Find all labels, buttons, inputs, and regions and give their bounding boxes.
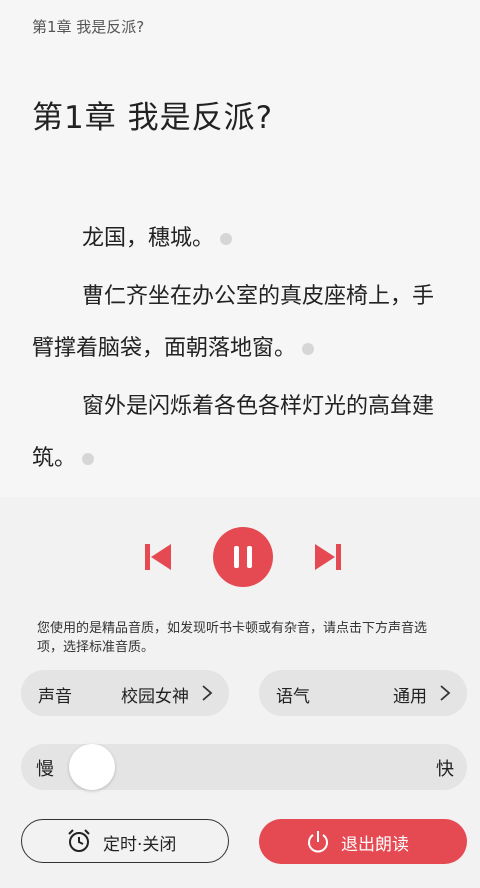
pause-icon	[234, 546, 252, 568]
playback-controls	[0, 527, 480, 587]
paragraph: 窗外是闪烁着各色各样灯光的高耸建筑。	[32, 381, 452, 485]
paragraph-end-dot-icon	[82, 453, 95, 465]
power-icon	[308, 831, 328, 853]
read-aloud-panel: 您使用的是精品音质，如发现听书卡顿或有杂音，请点击下方声音选项，选择标准音质。 …	[0, 497, 480, 888]
voice-selector[interactable]: 声音 校园女神	[21, 670, 229, 716]
running-head: 第1章 我是反派?	[32, 18, 145, 36]
pause-button[interactable]	[213, 527, 273, 587]
paragraph-text: 曹仁齐坐在办公室的真皮座椅上，手臂撑着脑袋，面朝落地窗。	[32, 284, 435, 361]
voice-value: 校园女神	[121, 687, 189, 707]
chapter-body: 龙国，穗城。 曹仁齐坐在办公室的真皮座椅上，手臂撑着脑袋，面朝落地窗。 窗外是闪…	[32, 213, 452, 491]
speed-fast-label: 快	[436, 759, 454, 780]
paragraph: 曹仁齐坐在办公室的真皮座椅上，手臂撑着脑袋，面朝落地窗。	[32, 271, 452, 375]
sleep-timer-button[interactable]: 定时·关闭	[21, 819, 229, 863]
previous-button[interactable]	[142, 541, 174, 573]
chevron-right-icon	[202, 685, 213, 701]
skip-previous-icon	[145, 544, 171, 570]
speed-slow-label: 慢	[36, 759, 54, 780]
paragraph-end-dot-icon	[302, 343, 315, 355]
skip-next-icon	[315, 544, 341, 570]
tone-value: 通用	[393, 687, 427, 707]
alarm-clock-icon	[68, 829, 90, 852]
sleep-timer-label: 定时·关闭	[103, 835, 177, 855]
audio-quality-notice: 您使用的是精品音质，如发现听书卡顿或有杂音，请点击下方声音选项，选择标准音质。	[37, 621, 428, 655]
chevron-right-icon	[440, 685, 451, 701]
exit-read-aloud-button[interactable]: 退出朗读	[259, 819, 467, 864]
reader-page[interactable]: 第1章 我是反派? 第1章 我是反派? 龙国，穗城。 曹仁齐坐在办公室的真皮座椅…	[0, 0, 480, 500]
tone-selector[interactable]: 语气 通用	[259, 670, 467, 716]
tone-label: 语气	[276, 687, 310, 707]
paragraph-end-dot-icon	[220, 233, 233, 245]
chapter-title: 第1章 我是反派?	[32, 100, 274, 136]
speed-slider[interactable]: 慢 快	[21, 744, 467, 790]
paragraph-text: 龙国，穗城。	[82, 226, 215, 251]
next-button[interactable]	[312, 541, 344, 573]
speed-slider-handle[interactable]	[69, 744, 115, 790]
exit-read-aloud-label: 退出朗读	[341, 835, 409, 855]
paragraph: 龙国，穗城。	[32, 213, 452, 265]
voice-label: 声音	[38, 687, 72, 707]
